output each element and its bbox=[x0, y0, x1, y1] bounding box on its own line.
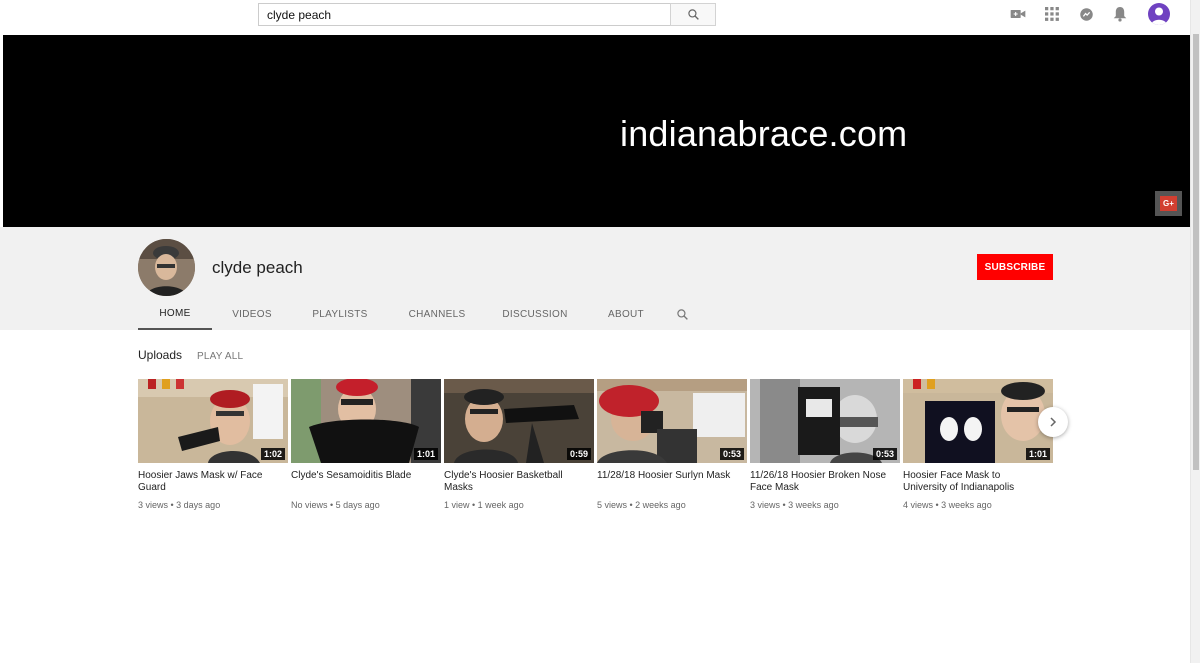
video-card[interactable]: 1:01 Clyde's Sesamoiditis Blade No views… bbox=[291, 379, 441, 510]
uploads-header: Uploads PLAY ALL bbox=[138, 348, 243, 362]
search-icon bbox=[676, 309, 688, 320]
video-thumbnail[interactable]: 1:02 bbox=[138, 379, 288, 463]
top-icons bbox=[1008, 3, 1170, 25]
video-meta: 4 views • 3 weeks ago bbox=[903, 500, 992, 510]
search-icon bbox=[687, 9, 699, 20]
video-thumbnail[interactable]: 0:53 bbox=[597, 379, 747, 463]
video-meta: 1 view • 1 week ago bbox=[444, 500, 524, 510]
uploads-title[interactable]: Uploads bbox=[138, 348, 182, 362]
video-duration: 0:59 bbox=[566, 448, 591, 460]
uploads-shelf: 1:02 Hoosier Jaws Mask w/ Face Guard 3 v… bbox=[138, 379, 1053, 510]
video-card[interactable]: 0:53 11/26/18 Hoosier Broken Nose Face M… bbox=[750, 379, 900, 510]
video-title[interactable]: Clyde's Hoosier Basketball Masks bbox=[444, 470, 584, 494]
channel-search-button[interactable] bbox=[668, 299, 696, 330]
video-thumbnail[interactable]: 1:01 bbox=[291, 379, 441, 463]
video-title[interactable]: Clyde's Sesamoiditis Blade bbox=[291, 470, 431, 494]
tab-videos[interactable]: VIDEOS bbox=[212, 299, 292, 330]
tab-channels[interactable]: CHANNELS bbox=[388, 299, 486, 330]
video-thumbnail[interactable]: 1:01 bbox=[903, 379, 1053, 463]
subscribe-button[interactable]: SUBSCRIBE bbox=[977, 254, 1053, 280]
channel-name: clyde peach bbox=[212, 258, 303, 277]
video-camera-icon bbox=[1010, 10, 1026, 18]
search-input[interactable] bbox=[258, 3, 670, 26]
channel-banner: indianabrace.com G+ bbox=[3, 35, 1190, 227]
video-duration: 0:53 bbox=[872, 448, 897, 460]
search-bar bbox=[258, 3, 716, 26]
video-meta: 3 views • 3 weeks ago bbox=[750, 500, 839, 510]
video-thumbnail[interactable]: 0:59 bbox=[444, 379, 594, 463]
video-title[interactable]: 11/26/18 Hoosier Broken Nose Face Mask bbox=[750, 470, 890, 494]
banner-text: indianabrace.com bbox=[620, 113, 908, 154]
video-meta: 3 views • 3 days ago bbox=[138, 500, 221, 510]
tab-home[interactable]: HOME bbox=[138, 299, 212, 330]
youtube-channel-page: indianabrace.com G+ clyde peach SUBSCRIB… bbox=[0, 0, 1200, 663]
chevron-right-icon bbox=[1050, 417, 1057, 427]
notifications-bell-icon bbox=[1113, 7, 1127, 22]
video-duration: 1:02 bbox=[260, 448, 285, 460]
account-avatar-button[interactable] bbox=[1148, 3, 1170, 25]
video-title[interactable]: 11/28/18 Hoosier Surlyn Mask bbox=[597, 470, 737, 494]
scrollbar-thumb[interactable] bbox=[1193, 34, 1199, 470]
channel-header: clyde peach SUBSCRIBE HOME VIDEOS PLAYLI… bbox=[0, 227, 1190, 330]
notifications-button[interactable] bbox=[1110, 4, 1130, 24]
google-plus-icon: G+ bbox=[1160, 196, 1177, 211]
play-all-button[interactable]: PLAY ALL bbox=[197, 351, 243, 362]
messages-button[interactable] bbox=[1076, 4, 1096, 24]
messages-icon bbox=[1079, 7, 1093, 21]
video-title[interactable]: Hoosier Face Mask to University of India… bbox=[903, 470, 1043, 494]
video-meta: No views • 5 days ago bbox=[291, 500, 380, 510]
video-card[interactable]: 1:01 Hoosier Face Mask to University of … bbox=[903, 379, 1053, 510]
channel-avatar-photo bbox=[138, 239, 195, 296]
video-card[interactable]: 0:53 11/28/18 Hoosier Surlyn Mask 5 view… bbox=[597, 379, 747, 510]
video-duration: 1:01 bbox=[413, 448, 438, 460]
apps-button[interactable] bbox=[1042, 4, 1062, 24]
create-video-button[interactable] bbox=[1008, 4, 1028, 24]
top-bar bbox=[0, 0, 1190, 34]
tab-playlists[interactable]: PLAYLISTS bbox=[292, 299, 388, 330]
video-title[interactable]: Hoosier Jaws Mask w/ Face Guard bbox=[138, 470, 278, 494]
video-meta: 5 views • 2 weeks ago bbox=[597, 500, 686, 510]
video-duration: 1:01 bbox=[1025, 448, 1050, 460]
video-card[interactable]: 1:02 Hoosier Jaws Mask w/ Face Guard 3 v… bbox=[138, 379, 288, 510]
channel-avatar[interactable] bbox=[138, 239, 195, 296]
search-button[interactable] bbox=[670, 3, 716, 26]
shelf-next-button[interactable] bbox=[1038, 407, 1068, 437]
video-card[interactable]: 0:59 Clyde's Hoosier Basketball Masks 1 … bbox=[444, 379, 594, 510]
page-scrollbar[interactable] bbox=[1190, 0, 1200, 663]
video-duration: 0:53 bbox=[719, 448, 744, 460]
apps-grid-icon bbox=[1045, 7, 1059, 21]
google-plus-link[interactable]: G+ bbox=[1155, 191, 1182, 216]
channel-tabs: HOME VIDEOS PLAYLISTS CHANNELS DISCUSSIO… bbox=[138, 299, 696, 330]
video-thumbnail[interactable]: 0:53 bbox=[750, 379, 900, 463]
tab-about[interactable]: ABOUT bbox=[584, 299, 668, 330]
account-avatar-icon bbox=[1151, 7, 1167, 25]
tab-discussion[interactable]: DISCUSSION bbox=[486, 299, 584, 330]
